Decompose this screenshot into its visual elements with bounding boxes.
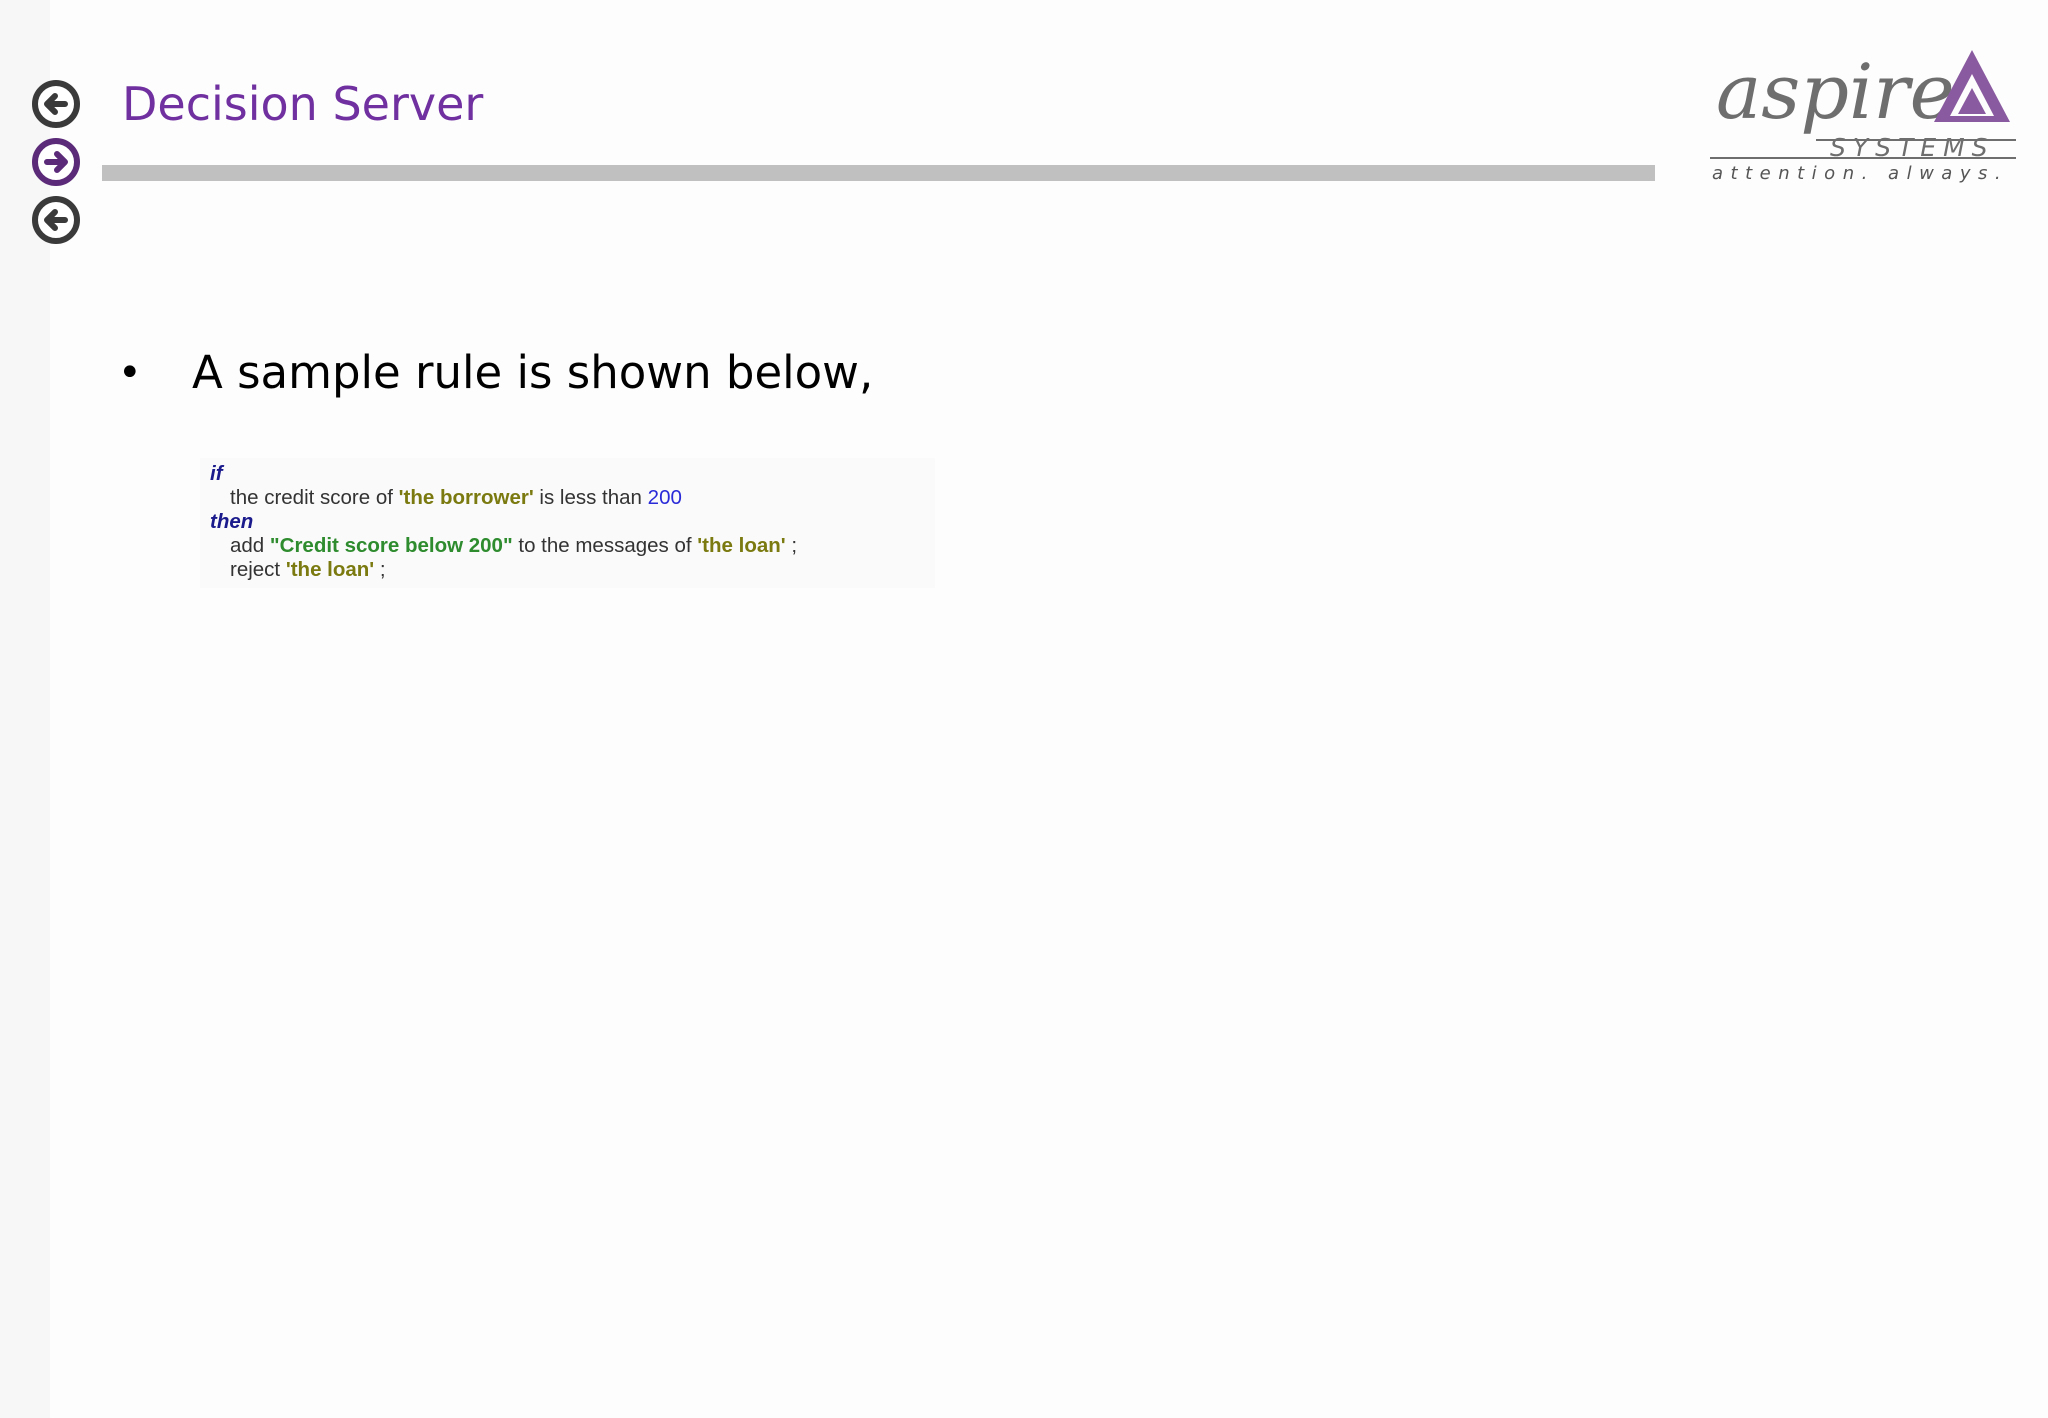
rule-line-then: then [210,510,253,534]
rule-line-if: if [210,462,223,486]
arrow-right-circle-icon[interactable] [31,137,81,187]
action-add-reference: 'the loan' [697,534,786,557]
action-add-string: "Credit score below 200" [269,534,513,557]
action-add-end: ; [791,534,798,557]
logo-word: aspire [1716,47,1955,136]
slide-title: Decision Server [122,77,484,131]
keyword-if: if [210,462,223,485]
bullet-marker: • [118,350,142,396]
rule-snippet: if the credit score of 'the borrower' is… [200,458,935,588]
logo-tagline: attention. always. [1712,163,2008,184]
keyword-then: then [210,510,254,533]
rule-line-condition: the credit score of 'the borrower' is le… [230,486,682,510]
action-reject-reference: 'the loan' [285,558,375,581]
aspire-systems-logo: aspire SYSTEMS attention. always. [1710,44,2020,184]
arrow-left-circle-icon[interactable] [31,195,81,245]
condition-text-2: is less than [539,486,642,509]
bullet-text: A sample rule is shown below, [192,346,874,399]
rule-line-add: add "Credit score below 200" to the mess… [230,534,797,558]
arrow-left-circle-icon[interactable] [31,79,81,129]
action-add-middle: to the messages of [518,534,692,557]
condition-text-1: the credit score of [230,486,393,509]
condition-value: 200 [647,486,682,509]
title-divider [102,165,1655,181]
action-add-word: add [230,534,265,557]
condition-reference: 'the borrower' [398,486,534,509]
rule-line-reject: reject 'the loan' ; [230,558,386,582]
action-reject-end: ; [379,558,386,581]
action-reject-word: reject [230,558,281,581]
